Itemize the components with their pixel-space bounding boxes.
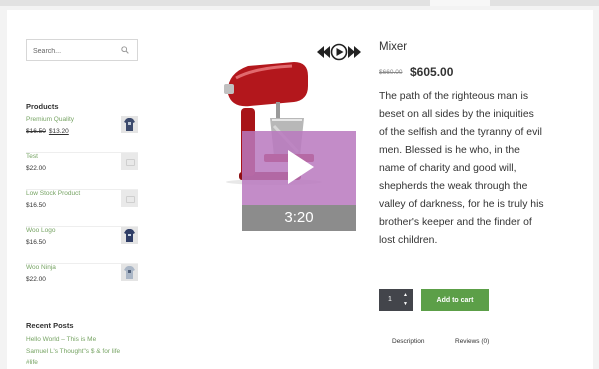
product-old-price: $660.00 <box>379 69 403 76</box>
chevron-down-icon[interactable]: ▼ <box>403 301 408 307</box>
product-old-price: $16.50 <box>26 128 46 135</box>
chevron-up-icon[interactable]: ▲ <box>403 292 408 298</box>
recent-post-link[interactable]: Samuel L's Thought"s $ & for life <box>26 348 120 355</box>
tshirt-icon[interactable] <box>121 264 138 281</box>
play-circle-icon[interactable] <box>330 43 348 61</box>
placeholder-image-icon[interactable] <box>121 153 138 170</box>
page-content: Products Premium Quality $16.50$13.20 Te… <box>7 10 593 369</box>
quantity-stepper[interactable]: 1 ▲ ▼ <box>379 289 413 311</box>
video-player[interactable]: 3:20 <box>242 131 356 231</box>
product-link[interactable]: Woo Ninja <box>26 264 56 271</box>
sidebar-product-item: Low Stock Product $16.50 <box>26 190 138 227</box>
product-sale-price: $13.20 <box>48 128 69 135</box>
add-to-cart-button[interactable]: Add to cart <box>421 289 489 311</box>
recent-post-link[interactable]: Hello World – This is Me <box>26 336 96 343</box>
sidebar-product-item: Woo Logo $16.50 <box>26 227 138 264</box>
recent-post-link[interactable]: #life <box>26 359 38 366</box>
sidebar-product-item: Premium Quality $16.50 $13.20 <box>26 116 138 153</box>
product-price: $16.50 $13.20 <box>26 128 69 135</box>
sidebar-product-item: Woo Ninja $22.00 <box>26 264 138 301</box>
recent-posts-heading: Recent Posts <box>26 321 74 330</box>
video-overlay[interactable] <box>242 131 356 205</box>
product-link[interactable]: Woo Logo <box>26 227 56 234</box>
browser-top-strip <box>0 0 599 6</box>
quantity-value: 1 <box>388 296 392 303</box>
product-title: Mixer <box>379 41 408 53</box>
search-input[interactable] <box>27 41 117 62</box>
play-icon[interactable] <box>288 150 314 184</box>
tab-reviews[interactable]: Reviews (0) <box>455 338 489 345</box>
search-icon[interactable] <box>121 46 129 54</box>
sidebar-product-item: Test $22.00 <box>26 153 138 190</box>
product-description: The path of the righteous man is beset o… <box>379 91 544 246</box>
tab-description[interactable]: Description <box>392 338 425 345</box>
products-heading: Products <box>26 102 59 111</box>
placeholder-image-icon[interactable] <box>121 190 138 207</box>
video-controls <box>317 43 361 61</box>
product-price: $16.50 <box>26 202 46 209</box>
product-price: $605.00 <box>410 65 454 79</box>
product-link[interactable]: Low Stock Product <box>26 190 80 197</box>
product-price: $16.50 <box>26 239 46 246</box>
tshirt-icon[interactable] <box>121 227 138 244</box>
rewind-icon[interactable] <box>317 46 330 58</box>
product-price: $22.00 <box>26 276 46 283</box>
fast-forward-icon[interactable] <box>348 46 361 58</box>
product-link[interactable]: Test <box>26 153 38 160</box>
video-duration: 3:20 <box>242 205 356 231</box>
product-link[interactable]: Premium Quality <box>26 116 74 123</box>
tshirt-icon[interactable] <box>121 116 138 133</box>
search-box <box>26 39 138 62</box>
top-strip-segment <box>430 0 490 6</box>
product-price: $22.00 <box>26 165 46 172</box>
